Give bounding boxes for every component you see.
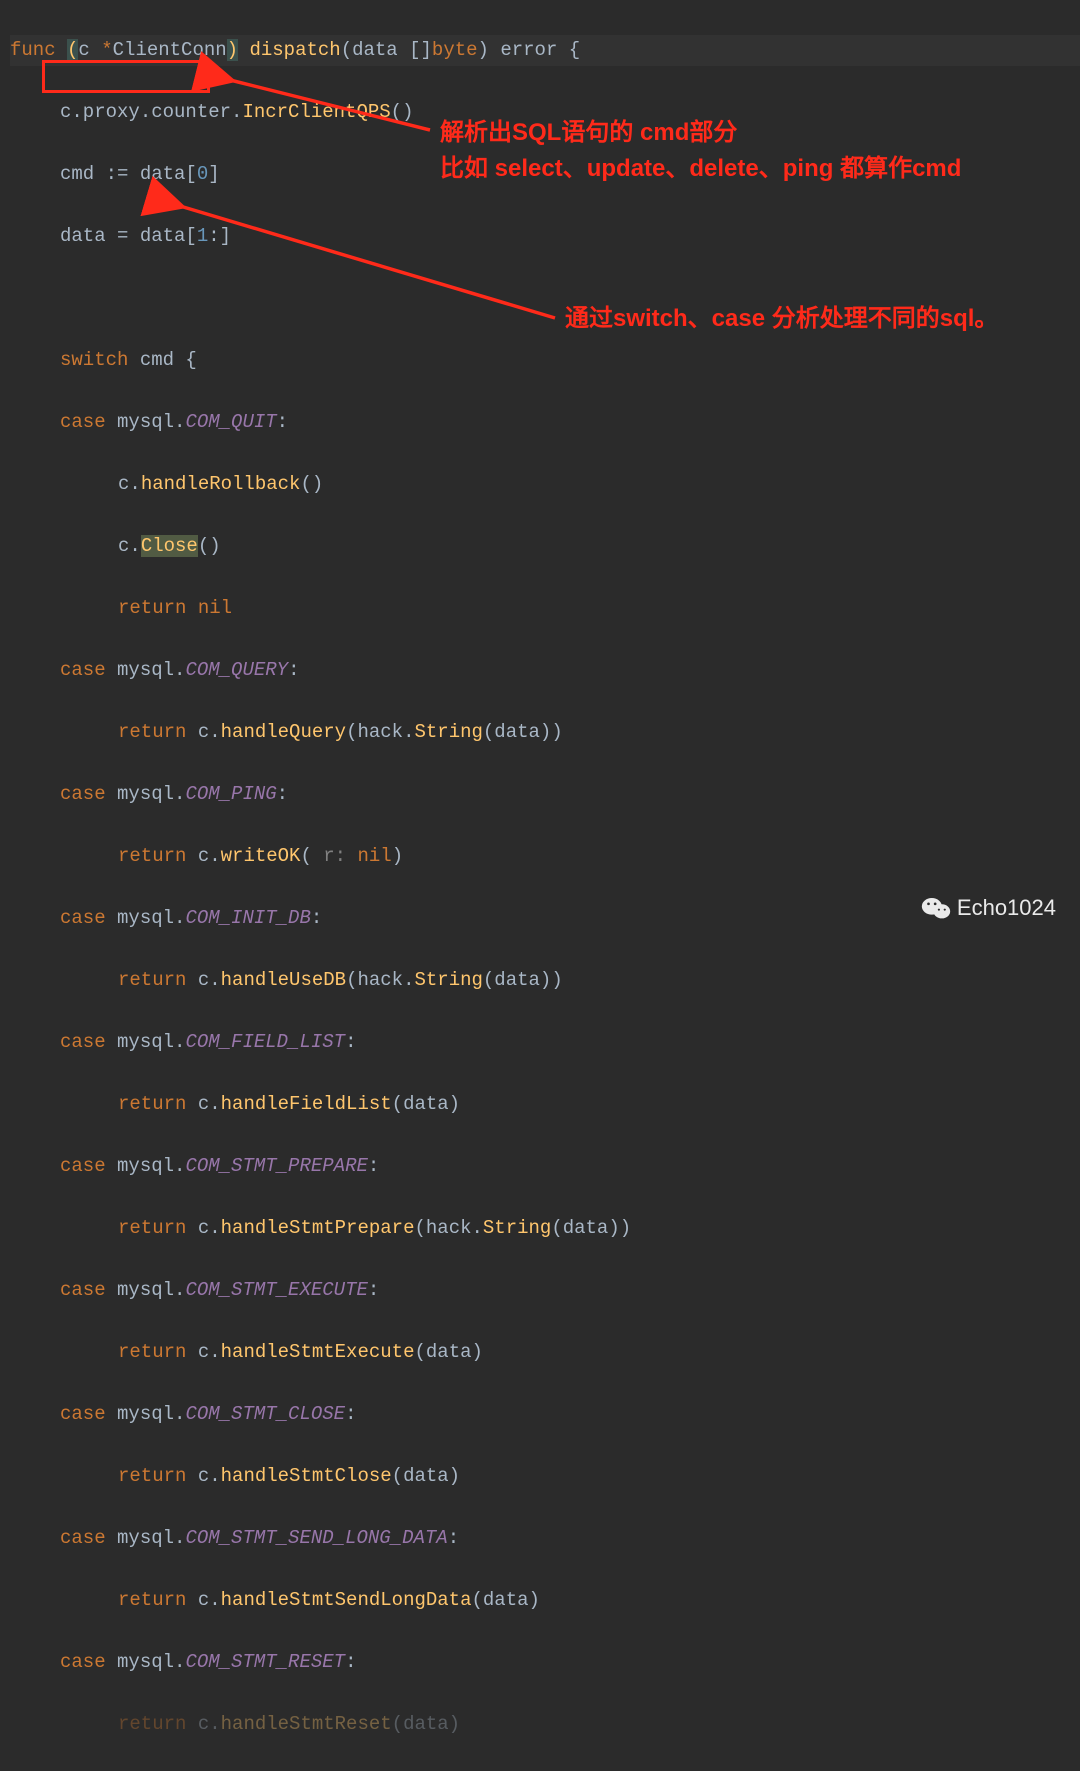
code-line: data = data[1:] xyxy=(10,221,1080,252)
code-line: c.Close() xyxy=(10,531,1080,562)
code-line: cmd := data[0] xyxy=(10,159,1080,190)
code-line: return c.handleStmtSendLongData(data) xyxy=(10,1585,1080,1616)
code-editor[interactable]: func (c *ClientConn) dispatch(data []byt… xyxy=(0,0,1080,1771)
code-line: case mysql.COM_PING: xyxy=(10,779,1080,810)
code-line xyxy=(10,283,1080,314)
code-line: case mysql.COM_STMT_PREPARE: xyxy=(10,1151,1080,1182)
code-line: case mysql.COM_FIELD_LIST: xyxy=(10,1027,1080,1058)
code-line: case mysql.COM_INIT_DB: xyxy=(10,903,1080,934)
code-line: case mysql.COM_STMT_CLOSE: xyxy=(10,1399,1080,1430)
code-line: case mysql.COM_QUIT: xyxy=(10,407,1080,438)
code-line: return c.handleStmtReset(data) xyxy=(10,1709,1080,1740)
code-line: return c.handleStmtExecute(data) xyxy=(10,1337,1080,1368)
code-line: return c.handleStmtClose(data) xyxy=(10,1461,1080,1492)
code-line: switch cmd { xyxy=(10,345,1080,376)
code-line: func (c *ClientConn) dispatch(data []byt… xyxy=(10,35,1080,66)
code-line: case mysql.COM_QUERY: xyxy=(10,655,1080,686)
code-line: return c.handleQuery(hack.String(data)) xyxy=(10,717,1080,748)
code-line: c.proxy.counter.IncrClientQPS() xyxy=(10,97,1080,128)
code-line: return nil xyxy=(10,593,1080,624)
code-line: return c.handleUseDB(hack.String(data)) xyxy=(10,965,1080,996)
code-line: case mysql.COM_STMT_EXECUTE: xyxy=(10,1275,1080,1306)
code-line: case mysql.COM_STMT_SEND_LONG_DATA: xyxy=(10,1523,1080,1554)
code-line: case mysql.COM_STMT_RESET: xyxy=(10,1647,1080,1678)
code-line: return c.writeOK( r: nil) xyxy=(10,841,1080,872)
code-line: return c.handleStmtPrepare(hack.String(d… xyxy=(10,1213,1080,1244)
code-line: return c.handleFieldList(data) xyxy=(10,1089,1080,1120)
code-line: c.handleRollback() xyxy=(10,469,1080,500)
